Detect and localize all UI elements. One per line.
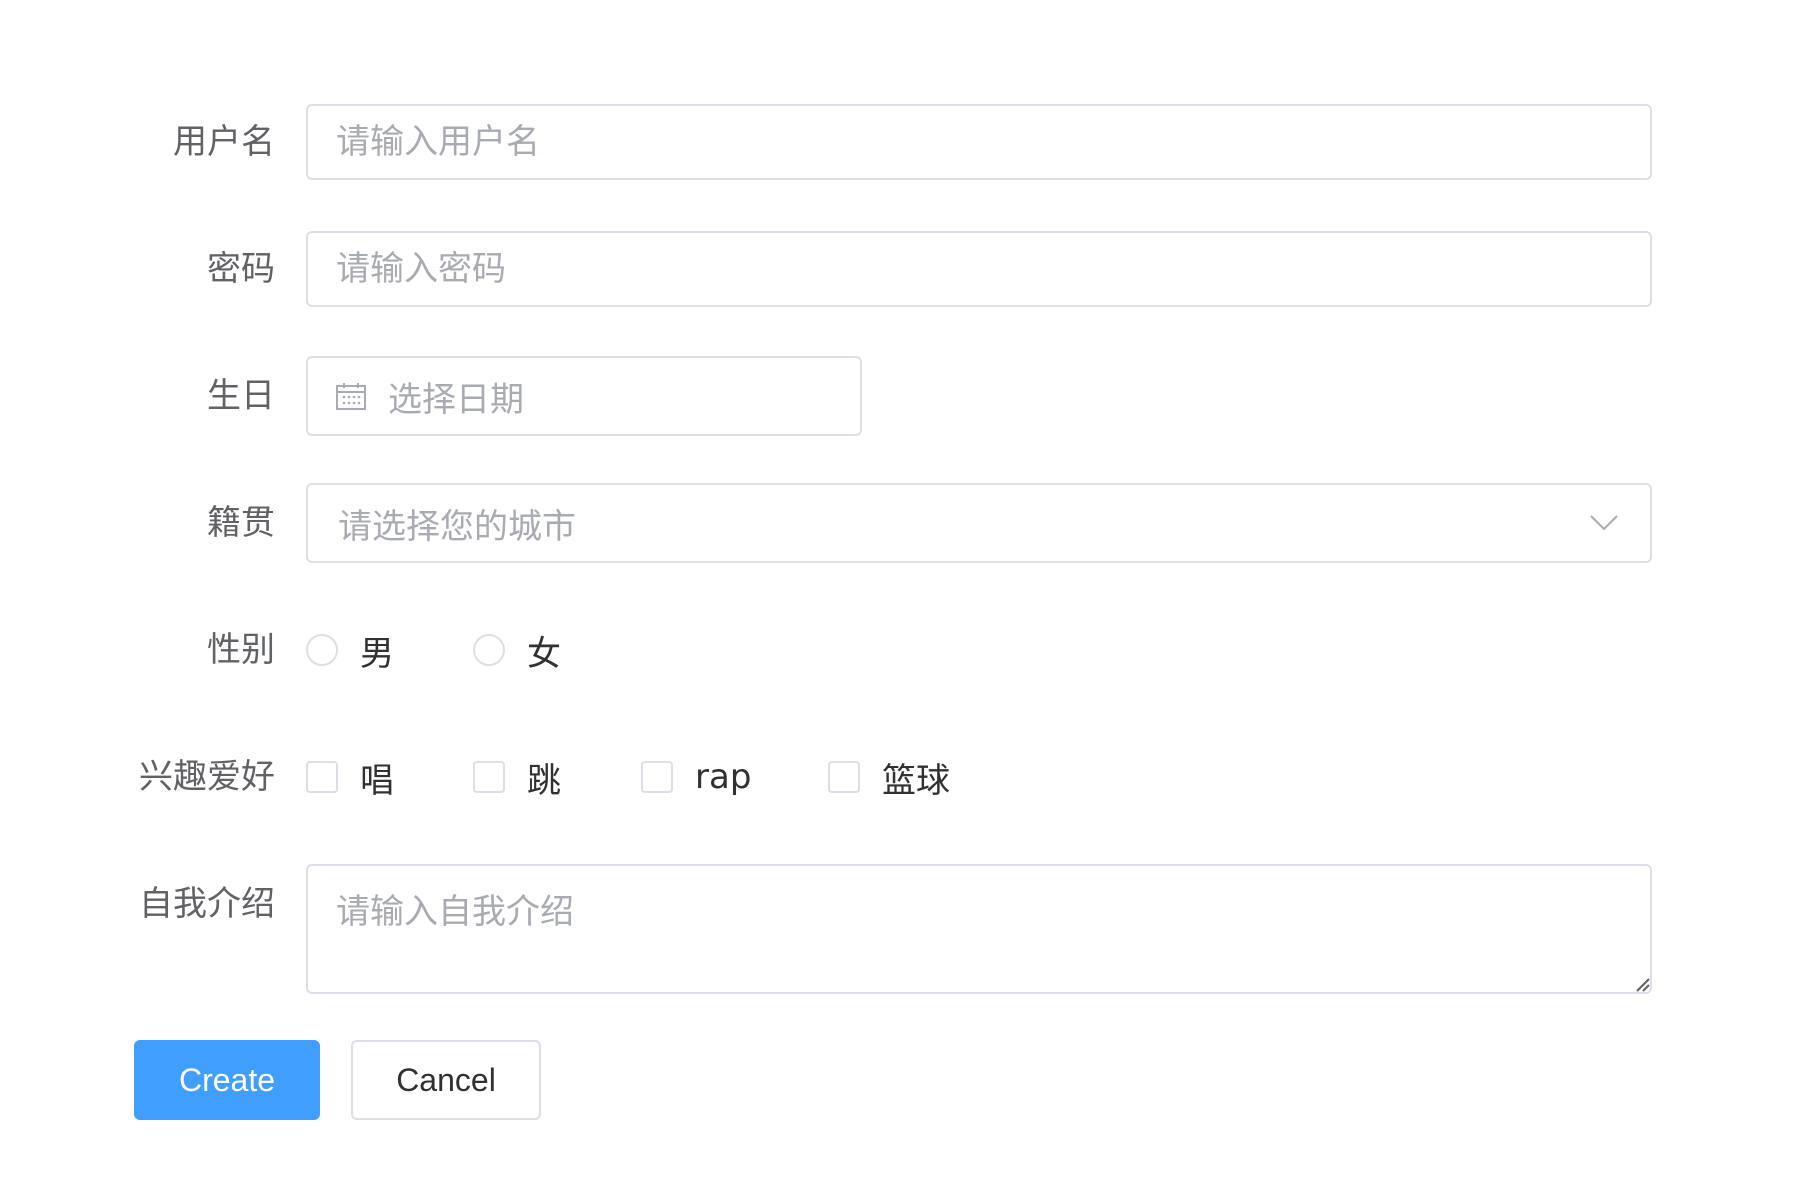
birthday-date-picker[interactable]: 选择日期 [306, 356, 862, 436]
hometown-select[interactable]: 请选择您的城市 [306, 483, 1652, 563]
checkbox-dance[interactable] [473, 761, 505, 793]
intro-row: 自我介绍 [0, 864, 1806, 994]
chevron-down-icon [1590, 515, 1618, 531]
password-row: 密码 [0, 229, 1806, 309]
gender-option-label: 女 [527, 633, 561, 674]
create-button[interactable]: Create [134, 1040, 320, 1120]
hometown-row: 籍贯 请选择您的城市 [0, 483, 1806, 563]
gender-label: 性别 [207, 630, 275, 670]
hobbies-label: 兴趣爱好 [139, 757, 275, 797]
username-row: 用户名 [0, 102, 1806, 182]
password-label: 密码 [207, 249, 275, 289]
hobby-option-sing[interactable]: 唱 [306, 737, 394, 817]
gender-row: 性别 男 女 [0, 610, 1806, 690]
hobbies-row: 兴趣爱好 唱 跳 rap 篮球 [0, 737, 1806, 817]
password-input[interactable] [306, 231, 1652, 307]
birthday-label: 生日 [207, 376, 275, 416]
hometown-label: 籍贯 [207, 503, 275, 543]
radio-female[interactable] [473, 634, 505, 666]
checkbox-rap[interactable] [641, 761, 673, 793]
username-input[interactable] [306, 104, 1652, 180]
user-form: 用户名 密码 生日 选择日期 [0, 0, 1806, 1185]
birthday-row: 生日 选择日期 [0, 356, 1806, 436]
gender-option-female[interactable]: 女 [473, 610, 561, 690]
hobby-option-label: 跳 [527, 760, 561, 801]
hobby-option-label: rap [695, 757, 752, 797]
radio-male[interactable] [306, 634, 338, 666]
hobby-option-rap[interactable]: rap [641, 737, 751, 817]
gender-option-label: 男 [360, 633, 394, 674]
cancel-button[interactable]: Cancel [351, 1040, 541, 1120]
hometown-placeholder: 请选择您的城市 [338, 506, 576, 547]
hobby-option-label: 唱 [360, 760, 394, 801]
intro-textarea[interactable] [306, 864, 1652, 994]
calendar-icon [336, 383, 366, 410]
gender-option-male[interactable]: 男 [306, 610, 394, 690]
resize-grip-icon[interactable] [1634, 976, 1650, 992]
hobby-option-basketball[interactable]: 篮球 [828, 737, 950, 817]
checkbox-sing[interactable] [306, 761, 338, 793]
hobby-option-label: 篮球 [882, 760, 950, 801]
intro-label: 自我介绍 [139, 884, 275, 924]
hobby-option-dance[interactable]: 跳 [473, 737, 561, 817]
birthday-placeholder: 选择日期 [388, 379, 524, 420]
checkbox-basketball[interactable] [828, 761, 860, 793]
actions-row: Create Cancel [0, 1040, 1806, 1120]
username-label: 用户名 [173, 122, 275, 162]
